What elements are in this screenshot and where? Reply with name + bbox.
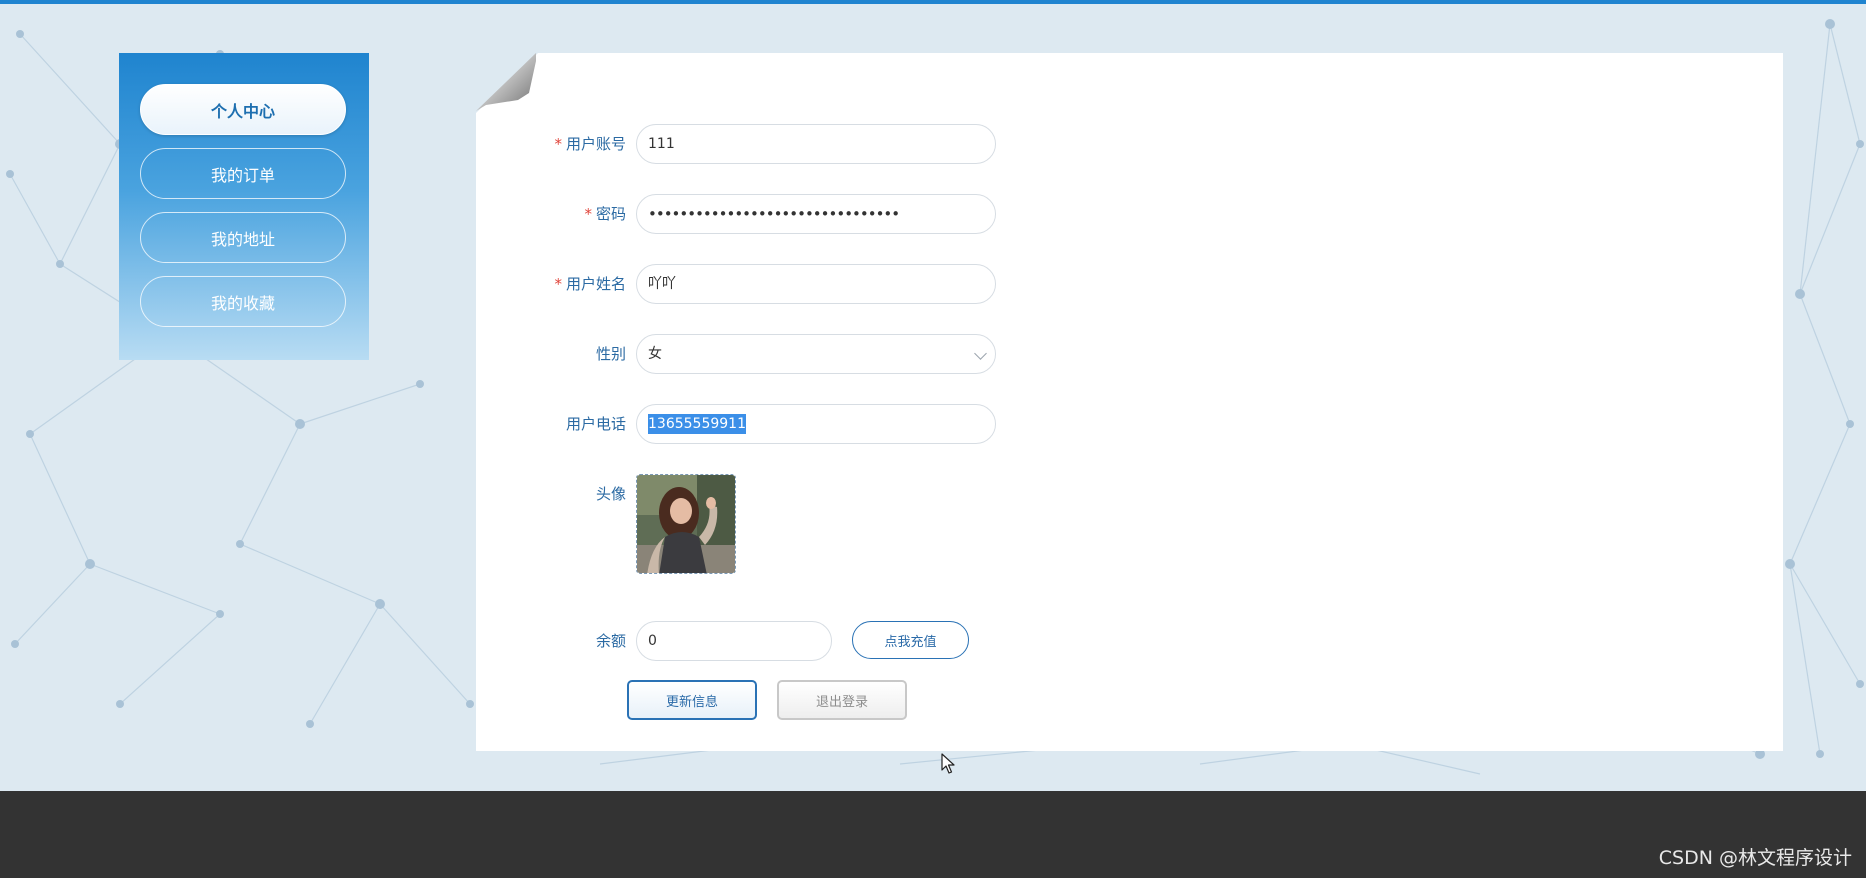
balance-input[interactable]: 0 <box>636 621 832 661</box>
name-row: * 用户姓名 <box>476 264 626 304</box>
required-mark: * <box>554 135 562 153</box>
sidebar-item-my-favorites[interactable]: 我的收藏 <box>140 276 346 327</box>
page-curl-decoration <box>476 53 538 113</box>
recharge-button[interactable]: 点我充值 <box>852 621 969 659</box>
name-label: * 用户姓名 <box>554 264 626 304</box>
chevron-down-icon <box>974 347 987 360</box>
phone-row: 用户电话 <box>476 404 626 444</box>
phone-selected-text: 13655559911 <box>648 414 746 434</box>
logout-button[interactable]: 退出登录 <box>777 680 907 720</box>
gender-row: 性别 <box>476 334 626 374</box>
password-label: * 密码 <box>584 194 626 234</box>
gender-selected-value: 女 <box>648 346 662 362</box>
update-info-button[interactable]: 更新信息 <box>627 680 757 720</box>
account-label-text: 用户账号 <box>565 135 626 153</box>
avatar-label: 头像 <box>595 485 626 503</box>
password-label-text: 密码 <box>595 205 626 223</box>
mouse-cursor-icon <box>941 753 955 774</box>
sidebar-item-my-address[interactable]: 我的地址 <box>140 212 346 263</box>
account-input[interactable]: 111 <box>636 124 996 164</box>
profile-panel: * 用户账号 111 * 密码 ••••••••••••••••••••••••••… <box>476 53 1783 751</box>
account-row: * 用户账号 <box>476 124 626 164</box>
avatar-upload[interactable] <box>636 474 736 574</box>
balance-label: 余额 <box>595 632 626 650</box>
password-input[interactable]: •••••••••••••••••••••••••••••••• <box>636 194 996 234</box>
name-input[interactable]: 吖吖 <box>636 264 996 304</box>
required-mark: * <box>584 205 592 223</box>
name-label-text: 用户姓名 <box>565 275 626 293</box>
balance-row: 余额 <box>476 621 626 661</box>
phone-input[interactable]: 13655559911 <box>636 404 996 444</box>
sidebar: 个人中心 我的订单 我的地址 我的收藏 <box>119 53 369 360</box>
password-row: * 密码 <box>476 194 626 234</box>
gender-select[interactable]: 女 <box>636 334 996 374</box>
sidebar-item-personal-center[interactable]: 个人中心 <box>140 84 346 135</box>
avatar-image <box>637 475 735 573</box>
watermark-text: CSDN @林文程序设计 <box>1658 847 1852 869</box>
footer: CSDN @林文程序设计 <box>0 791 1866 878</box>
required-mark: * <box>554 275 562 293</box>
gender-label: 性别 <box>595 345 626 363</box>
phone-label: 用户电话 <box>565 415 626 433</box>
sidebar-item-my-orders[interactable]: 我的订单 <box>140 148 346 199</box>
avatar-row: 头像 <box>476 474 626 514</box>
account-label: * 用户账号 <box>554 124 626 164</box>
